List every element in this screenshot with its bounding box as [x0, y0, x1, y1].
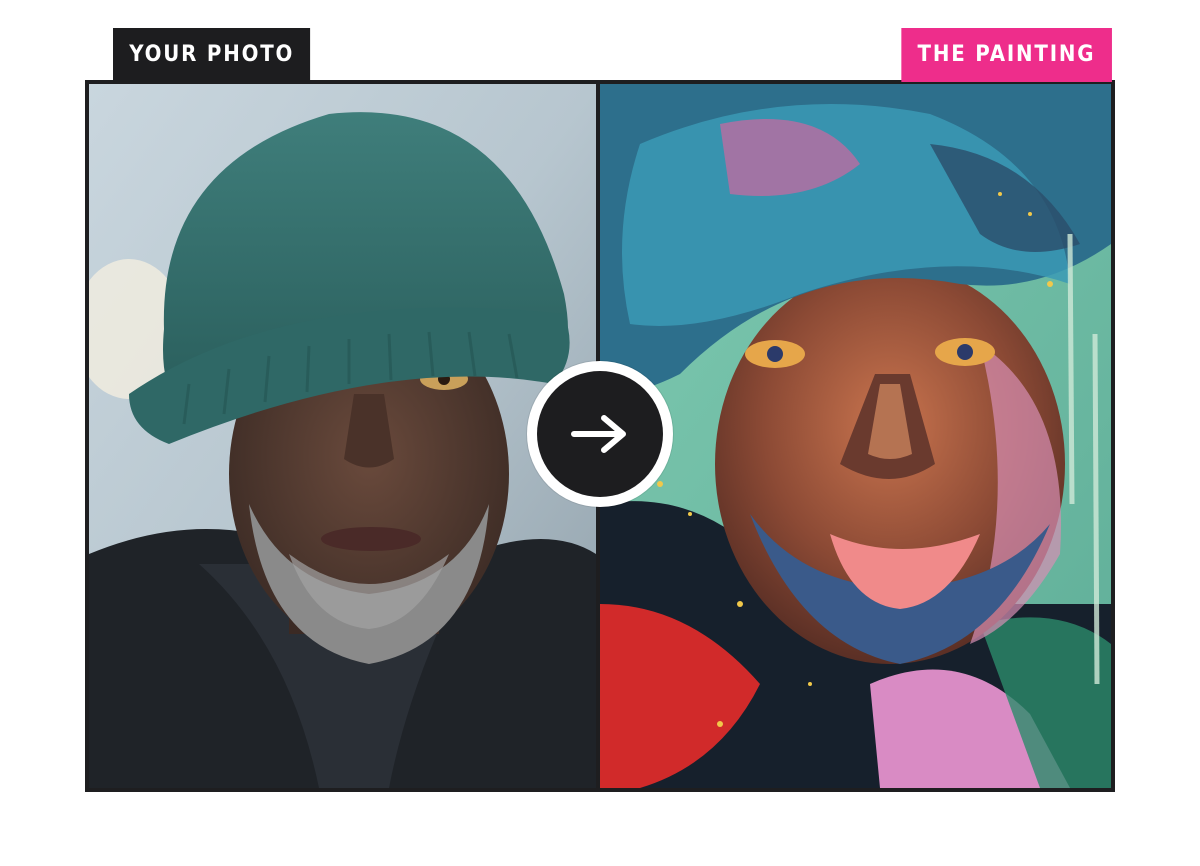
- arrow-circle: [537, 371, 663, 497]
- transform-arrow-badge: [527, 361, 673, 507]
- the-painting-label: THE PAINTING: [900, 28, 1111, 82]
- portrait-photo: [89, 84, 596, 788]
- arrow-right-icon: [571, 415, 626, 453]
- portrait-painting: [600, 84, 1111, 788]
- your-photo-label: YOUR PHOTO: [113, 28, 311, 82]
